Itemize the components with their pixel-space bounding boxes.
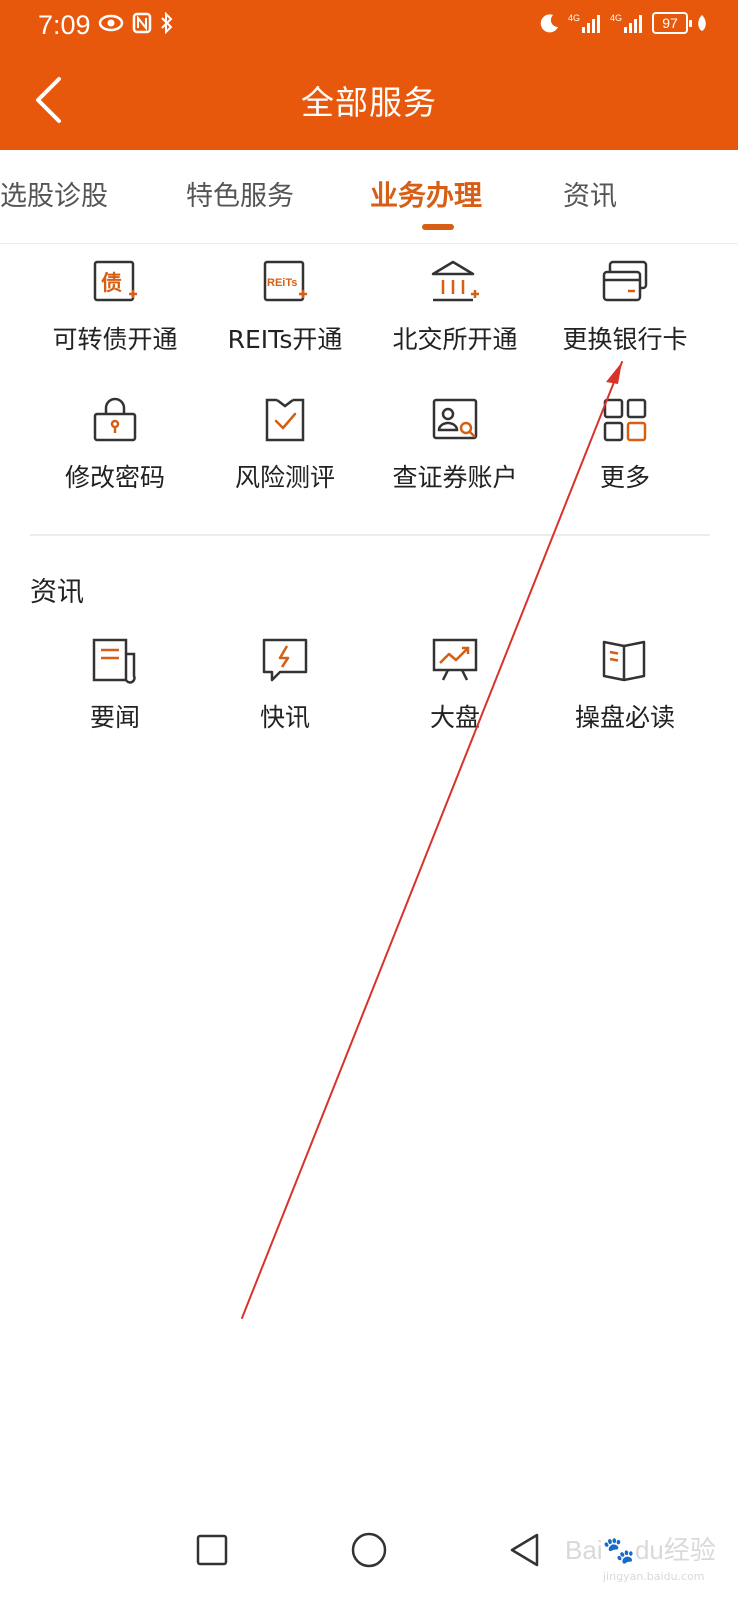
circle-icon: [351, 1532, 387, 1568]
news-section-title: 资讯: [30, 577, 84, 608]
check-securities-account-item[interactable]: 查证券账户: [370, 394, 540, 494]
category-tabs: 选股诊股 特色服务 业务办理 资讯: [0, 150, 738, 244]
convertible-bond-item[interactable]: 债 可转债开通: [30, 256, 200, 356]
bluetooth-icon: [161, 12, 173, 34]
tab-news[interactable]: 资讯: [563, 174, 617, 213]
change-bank-card-label: 更换银行卡: [562, 325, 688, 354]
market-item[interactable]: 大盘: [370, 634, 540, 734]
flash-news-icon: [259, 634, 311, 686]
network-label-2: 4G: [610, 13, 622, 23]
nav-back-button[interactable]: [497, 1522, 553, 1578]
exchange-building-icon: [429, 256, 481, 308]
headlines-item[interactable]: 要闻: [30, 634, 200, 734]
change-password-label: 修改密码: [64, 463, 165, 492]
battery-icon: 97: [652, 12, 692, 34]
active-tab-indicator: [422, 224, 454, 230]
bse-label: 北交所开通: [392, 325, 518, 354]
flash-news-label: 快讯: [259, 703, 310, 732]
status-right-icons: 4G 4G 97: [540, 12, 708, 34]
risk-assessment-item[interactable]: 风险测评: [200, 394, 370, 494]
bank-card-icon: [599, 256, 651, 308]
battery-level: 97: [662, 15, 678, 31]
change-bank-card-item[interactable]: 更换银行卡: [540, 256, 710, 356]
market-chart-icon: [429, 634, 481, 686]
tab-featured-services[interactable]: 特色服务: [186, 174, 294, 213]
watermark-chinese: 经验: [663, 1535, 716, 1565]
watermark-brand-suffix: du: [634, 1535, 664, 1565]
news-row: 要闻 快讯 大盘 操盘必读: [30, 634, 710, 734]
paw-icon: 🐾: [602, 1535, 635, 1565]
checklist-icon: [259, 394, 311, 446]
must-read-item[interactable]: 操盘必读: [540, 634, 710, 734]
signal-4g-icon-2: 4G: [610, 13, 642, 33]
watermark-domain: jingyan.baidu.com: [603, 1570, 705, 1583]
bse-item[interactable]: 北交所开通: [370, 256, 540, 356]
signal-4g-icon-1: 4G: [568, 13, 600, 33]
must-read-label: 操盘必读: [574, 703, 675, 732]
grid-more-icon: [599, 394, 651, 446]
more-item[interactable]: 更多: [540, 394, 710, 494]
square-icon: [196, 1534, 228, 1566]
book-icon: [599, 634, 651, 686]
headlines-label: 要闻: [89, 703, 140, 732]
app-header: 7:09 4G 4G 97 全部服务: [0, 0, 738, 150]
moon-icon: [540, 14, 558, 33]
status-left-icons: [98, 12, 174, 34]
check-securities-account-label: 查证券账户: [392, 463, 518, 492]
change-password-item[interactable]: 修改密码: [30, 394, 200, 494]
leaf-icon: [698, 15, 706, 31]
triangle-back-icon: [510, 1533, 539, 1567]
baidu-watermark: Bai🐾du经验: [565, 1530, 716, 1567]
flash-news-item[interactable]: 快讯: [200, 634, 370, 734]
reits-item[interactable]: REiTs REITs开通: [200, 256, 370, 356]
lock-icon: [89, 394, 141, 446]
recent-apps-button[interactable]: [184, 1522, 240, 1578]
system-nav-bar: Bai🐾du经验 jingyan.baidu.com: [0, 1500, 738, 1600]
reits-icon-text: REiTs: [267, 277, 297, 289]
business-row-2: 修改密码 风险测评 查证券账户 更多: [30, 394, 710, 494]
network-label-1: 4G: [568, 13, 580, 23]
tab-business-handling[interactable]: 业务办理: [370, 174, 482, 214]
account-search-icon: [429, 394, 481, 446]
bond-icon-text: 债: [101, 271, 122, 295]
bond-icon: 债: [89, 256, 141, 308]
nfc-icon: [132, 12, 152, 34]
market-label: 大盘: [429, 703, 480, 732]
more-label: 更多: [599, 463, 650, 492]
home-button[interactable]: [341, 1522, 397, 1578]
status-bar: 7:09 4G 4G 97: [0, 0, 738, 54]
watermark-brand: Bai: [565, 1535, 603, 1565]
newspaper-icon: [89, 634, 141, 686]
risk-assessment-label: 风险测评: [234, 463, 335, 492]
tab-stock-picking[interactable]: 选股诊股: [0, 174, 108, 213]
reits-label: REITs开通: [227, 325, 343, 354]
convertible-bond-label: 可转债开通: [52, 325, 178, 354]
business-row-1: 债 可转债开通 REiTs REITs开通 北交所开通 更换银行卡: [30, 256, 710, 356]
reits-icon: REiTs: [259, 256, 311, 308]
status-time: 7:09: [38, 10, 91, 40]
eye-icon: [98, 14, 124, 32]
section-divider: [30, 534, 710, 536]
page-title: 全部服务: [301, 83, 437, 122]
